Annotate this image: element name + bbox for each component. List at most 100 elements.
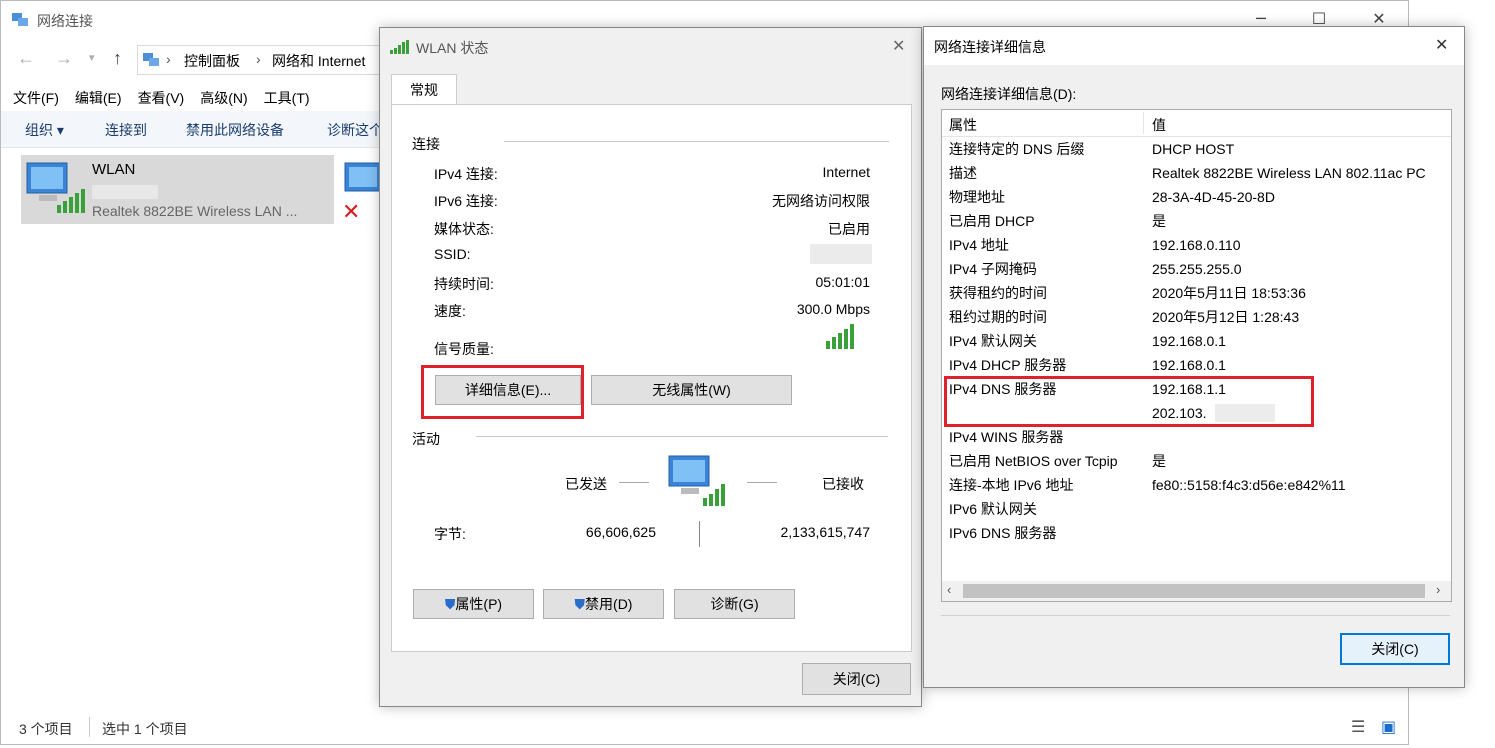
details-list[interactable]: 属性 值 连接特定的 DNS 后缀 DHCP HOST 描述 Realtek 882… — [941, 109, 1452, 602]
property-name: IPv4 子网掩码 — [949, 261, 1037, 277]
uac-shield-icon: ⛊ — [444, 596, 456, 612]
list-item[interactable]: 获得租约的时间 2020年5月11日 18:53:36 — [949, 281, 1449, 305]
details-view-icon[interactable]: ☰ — [1351, 717, 1365, 737]
menu-file[interactable]: 文件(F) — [13, 90, 59, 106]
property-value: 192.168.0.1 — [1152, 357, 1226, 373]
ipv4-connection-value: Internet — [822, 164, 870, 180]
column-divider[interactable] — [1143, 112, 1144, 134]
window-title: 网络连接 — [37, 13, 93, 29]
duration-label: 持续时间: — [434, 276, 494, 292]
redacted-network-name — [92, 185, 158, 199]
ssid-label: SSID: — [434, 246, 471, 262]
control-panel-icon — [143, 53, 159, 66]
received-line — [747, 482, 777, 483]
tab-general[interactable]: 常规 — [391, 74, 457, 105]
property-name: IPv4 WINS 服务器 — [949, 429, 1064, 445]
breadcrumb-separator-icon: › — [256, 51, 261, 67]
diagnose-connection-button[interactable]: 诊断这个 — [327, 120, 383, 140]
column-header-value[interactable]: 值 — [1152, 115, 1166, 135]
list-item[interactable]: 描述 Realtek 8822BE Wireless LAN 802.11ac P… — [949, 161, 1449, 185]
connect-to-button[interactable]: 连接到 — [105, 120, 147, 140]
property-name: IPv6 DNS 服务器 — [949, 525, 1057, 541]
duration-value: 05:01:01 — [815, 274, 871, 290]
scroll-left-icon[interactable]: ‹ — [947, 582, 951, 597]
menu-advanced[interactable]: 高级(N) — [200, 90, 247, 106]
tiles-view-icon[interactable]: ▣ — [1381, 717, 1396, 737]
chevron-down-icon[interactable]: ▾ — [89, 51, 95, 64]
svg-text:✕: ✕ — [342, 200, 360, 221]
property-name: IPv4 默认网关 — [949, 333, 1037, 349]
menu-view[interactable]: 查看(V) — [138, 90, 185, 106]
scrollbar-thumb[interactable] — [963, 584, 1425, 598]
network-activity-icon — [668, 455, 725, 506]
menu-bar: 文件(F) 编辑(E) 查看(V) 高级(N) 工具(T) — [13, 88, 326, 108]
section-divider — [504, 141, 889, 142]
breadcrumb-control-panel[interactable]: 控制面板 — [184, 51, 240, 71]
address-bar[interactable]: › 控制面板 › 网络和 Internet — [137, 45, 382, 75]
wireless-properties-button[interactable]: 无线属性(W) — [591, 375, 792, 405]
property-value: 2020年5月11日 18:53:36 — [1152, 285, 1306, 301]
menu-tools[interactable]: 工具(T) — [264, 90, 310, 106]
connection-details-dialog: 网络连接详细信息 ✕ 网络连接详细信息(D): 属性 值 连接特定的 DNS 后… — [923, 26, 1465, 688]
breadcrumb-network-internet[interactable]: 网络和 Internet — [272, 51, 365, 71]
list-item[interactable]: 连接特定的 DNS 后缀 DHCP HOST — [949, 137, 1449, 161]
up-arrow-icon[interactable]: ↑ — [113, 48, 122, 69]
command-bar: 组织 ▾ 连接到 禁用此网络设备 诊断这个 — [1, 111, 383, 148]
list-item[interactable]: 连接-本地 IPv6 地址 fe80::5158:f4c3:d56e:e842%1… — [949, 473, 1449, 497]
media-state-value: 已启用 — [828, 221, 870, 237]
list-item[interactable]: 物理地址 28-3A-4D-45-20-8D — [949, 185, 1449, 209]
list-item[interactable]: IPv6 默认网关 — [949, 497, 1449, 521]
property-name: IPv4 DHCP 服务器 — [949, 357, 1067, 373]
list-item[interactable]: IPv4 WINS 服务器 — [949, 425, 1449, 449]
scroll-right-icon[interactable]: › — [1436, 582, 1440, 597]
close-icon[interactable]: ✕ — [1435, 35, 1448, 54]
wlan-adapter-tile[interactable]: WLAN Realtek 8822BE Wireless LAN ... — [21, 155, 334, 224]
properties-button[interactable]: ⛊属性(P) — [413, 589, 534, 619]
section-divider — [476, 436, 888, 437]
diagnose-button[interactable]: 诊断(G) — [674, 589, 795, 619]
property-value: fe80::5158:f4c3:d56e:e842%11 — [1152, 477, 1346, 493]
forward-arrow-icon[interactable]: → — [55, 48, 73, 69]
organize-button[interactable]: 组织 ▾ — [25, 120, 64, 140]
received-label: 已接收 — [822, 476, 864, 492]
property-value: 2020年5月12日 1:28:43 — [1152, 309, 1300, 325]
column-header-property[interactable]: 属性 — [949, 115, 977, 135]
selected-count: 选中 1 个项目 — [102, 721, 188, 737]
close-button[interactable]: 关闭(C) — [1340, 633, 1450, 665]
list-item[interactable]: IPv4 地址 192.168.0.110 — [949, 233, 1449, 257]
property-value: 192.168.0.1 — [1152, 333, 1226, 349]
uac-shield-icon: ⛊ — [574, 596, 586, 612]
close-icon[interactable]: ✕ — [892, 36, 905, 55]
disable-button[interactable]: ⛊禁用(D) — [543, 589, 664, 619]
menu-edit[interactable]: 编辑(E) — [75, 90, 122, 106]
item-count: 3 个项目 — [19, 721, 73, 737]
property-value: Realtek 8822BE Wireless LAN 802.11ac PC — [1152, 165, 1426, 181]
horizontal-scrollbar[interactable]: ‹ › — [942, 581, 1451, 601]
list-item[interactable]: 已启用 NetBIOS over Tcpip 是 — [949, 449, 1449, 473]
back-arrow-icon[interactable]: ← — [17, 48, 35, 69]
list-item[interactable]: IPv4 DHCP 服务器 192.168.0.1 — [949, 353, 1449, 377]
property-value: 是 — [1152, 453, 1166, 469]
disable-device-button[interactable]: 禁用此网络设备 — [186, 120, 284, 140]
breadcrumb-separator-icon: › — [166, 51, 171, 67]
close-button[interactable]: 关闭(C) — [802, 663, 911, 695]
highlight-box — [421, 365, 584, 419]
list-item[interactable]: IPv4 子网掩码 255.255.255.0 — [949, 257, 1449, 281]
bytes-sent-value: 66,606,625 — [585, 524, 656, 540]
list-item[interactable]: 租约过期的时间 2020年5月12日 1:28:43 — [949, 305, 1449, 329]
bytes-received-value: 2,133,615,747 — [780, 524, 870, 540]
status-bar: 3 个项目 选中 1 个项目 ☰ ▣ — [1, 713, 1410, 745]
dns-highlight-box — [944, 376, 1314, 427]
speed-value: 300.0 Mbps — [796, 301, 870, 317]
list-item[interactable]: IPv4 默认网关 192.168.0.1 — [949, 329, 1449, 353]
bytes-label: 字节: — [434, 526, 466, 542]
list-item[interactable]: IPv6 DNS 服务器 — [949, 521, 1449, 545]
footer-divider — [941, 615, 1450, 616]
connection-section-heading: 连接 — [412, 136, 440, 152]
bytes-divider — [699, 521, 700, 547]
disconnected-adapter-icon[interactable]: ✕ — [341, 161, 383, 221]
adapter-name: WLAN — [92, 161, 136, 178]
list-item[interactable]: 已启用 DHCP 是 — [949, 209, 1449, 233]
speed-label: 速度: — [434, 303, 466, 319]
properties-button-label: 属性(P) — [455, 596, 503, 612]
